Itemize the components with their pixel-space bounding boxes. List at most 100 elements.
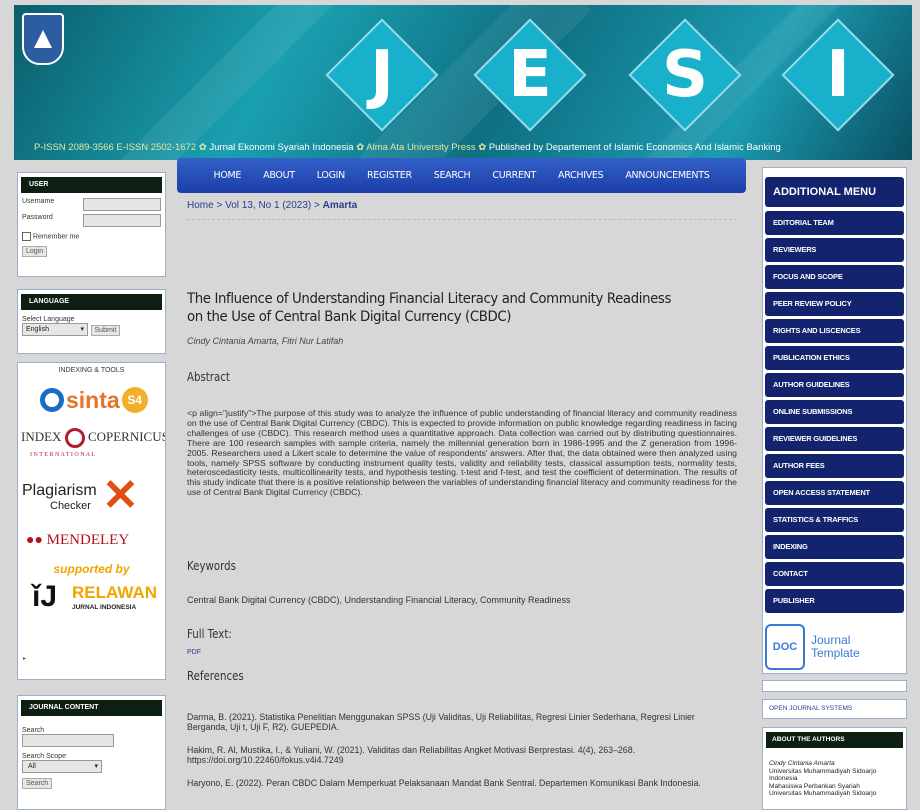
list-bullet-icon: ▸ <box>23 656 27 662</box>
banner-letter-s: S <box>628 18 742 132</box>
journal-template-link[interactable]: DOC Journal Template <box>765 621 906 673</box>
menu-reviewer-guidelines[interactable]: REVIEWER GUIDELINES <box>765 427 904 451</box>
user-block: USER Username Password Remember me Login <box>17 172 166 277</box>
menu-indexing[interactable]: INDEXING <box>765 535 904 559</box>
nav-current[interactable]: CURRENT <box>481 158 547 193</box>
sinta-logo[interactable]: sinta S4 <box>40 380 165 420</box>
journal-content-title: JOURNAL CONTENT <box>21 700 162 716</box>
remember-label: Remember me <box>32 233 80 241</box>
banner-letter-e: E <box>473 18 587 132</box>
references-heading: References <box>187 669 244 683</box>
author-bio: Mahasiswa Perbankan Syariah <box>769 782 860 790</box>
keywords-text: Central Bank Digital Currency (CBDC), Un… <box>187 595 571 605</box>
search-scope-label: Search Scope <box>22 753 66 760</box>
journal-content-block: JOURNAL CONTENT Search Search Scope All ▾… <box>17 695 166 810</box>
fulltext-heading: Full Text: <box>187 627 232 641</box>
nav-search[interactable]: SEARCH <box>423 158 482 193</box>
menu-statistics[interactable]: STATISTICS & TRAFFICS <box>765 508 904 532</box>
journal-banner: J E S I P-ISSN 2089-3566 E-ISSN 2502-167… <box>14 5 912 160</box>
username-label: Username <box>22 198 55 205</box>
menu-editorial-team[interactable]: EDITORIAL TEAM <box>765 211 904 235</box>
menu-publisher[interactable]: PUBLISHER <box>765 589 904 613</box>
supported-by-text: supported by <box>53 562 130 576</box>
reference-item: Hakim, R. Al, Mustika, I., & Yuliani, W.… <box>187 745 636 765</box>
menu-rights-licences[interactable]: RIGHTS AND LISCENCES <box>765 319 904 343</box>
doc-file-icon: DOC <box>765 624 805 670</box>
nav-archives[interactable]: ARCHIVES <box>547 158 614 193</box>
search-scope-select[interactable]: All ▾ <box>22 760 102 773</box>
abstract-heading: Abstract <box>187 370 230 384</box>
menu-peer-review-policy[interactable]: PEER REVIEW POLICY <box>765 292 904 316</box>
nav-about[interactable]: ABOUT <box>252 158 306 193</box>
reference-item: Darma, B. (2021). Statistika Penelitian … <box>187 712 695 732</box>
author-name: Cindy Cintania Amarta <box>769 760 835 767</box>
menu-author-guidelines[interactable]: AUTHOR GUIDELINES <box>765 373 904 397</box>
journal-search-button[interactable]: Search <box>22 778 53 789</box>
journal-name-text: Jurnal Ekonomi Syariah Indonesia <box>209 142 354 153</box>
menu-reviewers[interactable]: REVIEWERS <box>765 238 904 262</box>
breadcrumb: Home > Vol 13, No 1 (2023) > Amarta <box>187 200 737 220</box>
reference-item: Haryono, E. (2022). Peran CBDC Dalam Mem… <box>187 778 701 788</box>
empty-sidebar-block <box>762 680 907 692</box>
language-select[interactable]: English ▾ <box>22 323 88 336</box>
breadcrumb-home[interactable]: Home <box>187 200 214 211</box>
author-bio: Universitas Muhammadiyah Sidoarjo <box>769 790 877 797</box>
password-label: Password <box>22 214 53 221</box>
article-authors: Cindy Cintania Amarta, Fitri Nur Latifah <box>187 336 344 346</box>
author-country: Indonesia <box>769 775 798 782</box>
author-affiliation: Universitas Muhammadiyah Sidoarjo <box>769 767 877 775</box>
menu-open-access[interactable]: OPEN ACCESS STATEMENT <box>765 481 904 505</box>
issn-text: P-ISSN 2089-3566 E-ISSN 2502-1672 <box>34 142 197 153</box>
publisher-text: Published by Departement of Islamic Econ… <box>488 142 781 153</box>
relawan-jurnal-logo[interactable]: ǐJ RELAWAN JURNAL INDONESIA <box>32 580 165 620</box>
menu-publication-ethics[interactable]: PUBLICATION ETHICS <box>765 346 904 370</box>
select-language-label: Select Language <box>22 316 75 323</box>
x-mark-icon: ✕ <box>102 471 139 520</box>
menu-author-fees[interactable]: AUTHOR FEES <box>765 454 904 478</box>
indexing-block: INDEXING & TOOLS sinta S4 INDEX COPERNIC… <box>17 362 166 680</box>
menu-online-submissions[interactable]: ONLINE SUBMISSIONS <box>765 400 904 424</box>
plagiarism-checker-logo[interactable]: Plagiarism Checker ✕ <box>18 474 165 522</box>
index-copernicus-logo[interactable]: INDEX COPERNICUS I N T E R N A T I O N A… <box>18 428 165 472</box>
about-authors-block: ABOUT THE AUTHORS Cindy Cintania Amarta … <box>762 727 907 810</box>
article-title: The Influence of Understanding Financial… <box>187 291 672 325</box>
sinta-ring-icon <box>40 388 64 412</box>
press-text: Alma Ata University Press <box>366 142 476 153</box>
rji-mark-icon: ǐJ <box>32 580 58 613</box>
user-block-title: USER <box>21 177 162 193</box>
mendeley-logo[interactable]: ●● MENDELEY <box>26 532 165 556</box>
mendeley-icon: ●● <box>26 533 43 548</box>
username-input[interactable] <box>83 198 161 211</box>
article-main: Home > Vol 13, No 1 (2023) > Amarta The … <box>187 200 737 788</box>
indexing-title: INDEXING & TOOLS <box>58 367 125 374</box>
ojs-link[interactable]: OPEN JOURNAL SYSTEMS <box>762 699 907 719</box>
menu-focus-scope[interactable]: FOCUS AND SCOPE <box>765 265 904 289</box>
login-button[interactable]: Login <box>22 246 48 257</box>
search-label: Search <box>22 727 45 734</box>
additional-menu-title: ADDITIONAL MENU <box>765 177 904 207</box>
additional-menu-block: ADDITIONAL MENU EDITORIAL TEAM REVIEWERS… <box>762 167 907 674</box>
nav-home[interactable]: HOME <box>203 158 253 193</box>
keywords-heading: Keywords <box>187 559 236 573</box>
banner-letter-j: J <box>325 18 439 132</box>
nav-announcements[interactable]: ANNOUNCEMENTS <box>614 158 720 193</box>
language-block: LANGUAGE Select Language English ▾ Submit <box>17 289 166 354</box>
breadcrumb-current[interactable]: Amarta <box>323 200 357 211</box>
pdf-link[interactable]: PDF <box>187 649 201 656</box>
banner-tagline: P-ISSN 2089-3566 E-ISSN 2502-1672 ✿ Jurn… <box>34 142 781 153</box>
language-block-title: LANGUAGE <box>21 294 162 310</box>
about-authors-title: ABOUT THE AUTHORS <box>766 732 903 748</box>
nav-login[interactable]: LOGIN <box>306 158 356 193</box>
banner-letter-i: I <box>781 18 895 132</box>
abstract-text: <p align="justify">The purpose of this s… <box>187 408 737 498</box>
language-submit-button[interactable]: Submit <box>90 324 121 336</box>
remember-checkbox[interactable] <box>22 232 31 241</box>
nav-register[interactable]: REGISTER <box>356 158 423 193</box>
menu-contact[interactable]: CONTACT <box>765 562 904 586</box>
password-input[interactable] <box>83 214 161 227</box>
journal-search-input[interactable] <box>22 734 114 747</box>
breadcrumb-issue[interactable]: Vol 13, No 1 (2023) <box>225 200 311 211</box>
copernicus-icon <box>64 428 85 448</box>
university-logo <box>22 13 64 65</box>
main-nav: HOME ABOUT LOGIN REGISTER SEARCH CURRENT… <box>177 158 746 193</box>
